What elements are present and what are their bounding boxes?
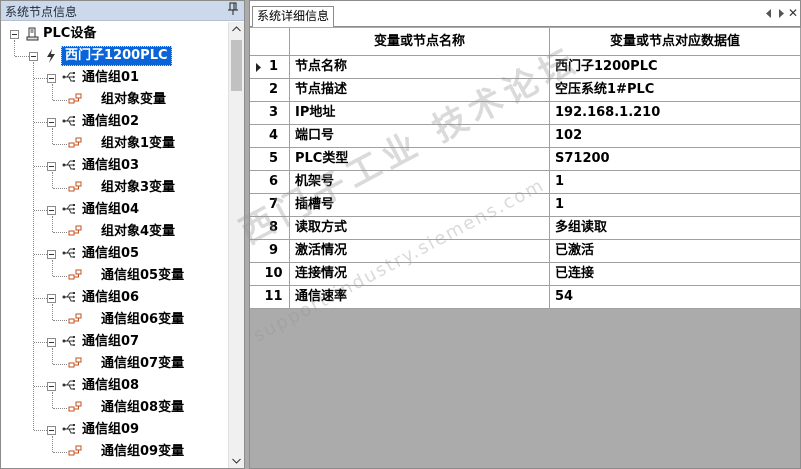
cell-variable-name[interactable]: 读取方式 <box>290 217 550 240</box>
cell-variable-name[interactable]: IP地址 <box>290 102 550 125</box>
cell-variable-name[interactable]: 端口号 <box>290 125 550 148</box>
tree-node-comm-group[interactable]: 通信组02 <box>1 112 228 132</box>
row-number: 5 <box>250 148 290 171</box>
cell-variable-value[interactable]: 西门子1200PLC <box>550 56 801 79</box>
tab-bar: 系统详细信息 ✕ <box>250 1 800 27</box>
tree-node-group-variable[interactable]: 通信组06变量 <box>1 310 228 330</box>
tree-node-group-variable-label: 通信组07变量 <box>101 356 185 371</box>
tree-scrollbar[interactable] <box>228 22 244 468</box>
cell-variable-value[interactable]: 192.168.1.210 <box>550 102 801 125</box>
row-number: 2 <box>250 79 290 102</box>
row-number: 8 <box>250 217 290 240</box>
tree-node-comm-group-label: 通信组03 <box>82 158 140 173</box>
tree-node-group-variable-label: 组对象变量 <box>101 92 167 107</box>
cell-variable-name[interactable]: 连接情况 <box>290 263 550 286</box>
tree-node-comm-group[interactable]: 通信组06 <box>1 288 228 308</box>
tree-node-comm-group-label: 通信组07 <box>82 334 140 349</box>
tree-node-plc-devices-label: PLC设备 <box>43 26 97 41</box>
tree-node-group-variable-label: 组对象4变量 <box>101 224 176 239</box>
tree-node-group-variable-label: 组对象1变量 <box>101 136 176 151</box>
tab-scroll-left-icon[interactable] <box>766 9 772 18</box>
cell-variable-name[interactable]: PLC类型 <box>290 148 550 171</box>
tree-node-comm-group[interactable]: 通信组08 <box>1 376 228 396</box>
cell-variable-value[interactable]: 102 <box>550 125 801 148</box>
current-row-arrow-icon <box>256 63 261 72</box>
scroll-down-icon[interactable] <box>232 458 241 464</box>
tree-node-group-variable[interactable]: 通信组09变量 <box>1 442 228 462</box>
tree-node-group-variable[interactable]: 组对象变量 <box>1 90 228 110</box>
tree-node-comm-group[interactable]: 通信组03 <box>1 156 228 176</box>
tree-node-group-variable[interactable]: 组对象3变量 <box>1 178 228 198</box>
tree-node-group-variable-label: 通信组08变量 <box>101 400 185 415</box>
tree-node-group-variable-label: 通信组09变量 <box>101 444 185 459</box>
tree-node-comm-group[interactable]: 通信组07 <box>1 332 228 352</box>
close-icon[interactable]: ✕ <box>788 6 798 20</box>
scroll-up-icon[interactable] <box>232 26 241 32</box>
cell-variable-value[interactable]: 已连接 <box>550 263 801 286</box>
cell-variable-name[interactable]: 节点描述 <box>290 79 550 102</box>
cell-variable-value[interactable]: 1 <box>550 171 801 194</box>
cell-variable-value[interactable]: S71200 <box>550 148 801 171</box>
row-number: 4 <box>250 125 290 148</box>
cell-variable-value[interactable]: 1 <box>550 194 801 217</box>
tree-node-comm-group-label: 通信组06 <box>82 290 140 305</box>
row-number: 7 <box>250 194 290 217</box>
tree-node-group-variable[interactable]: 组对象4变量 <box>1 222 228 242</box>
tree-node-plc-devices[interactable]: PLC设备 <box>1 24 228 44</box>
row-number: 9 <box>250 240 290 263</box>
cell-variable-value[interactable]: 空压系统1#PLC <box>550 79 801 102</box>
cell-variable-value[interactable]: 已激活 <box>550 240 801 263</box>
tree-node-group-variable[interactable]: 通信组07变量 <box>1 354 228 374</box>
tree-node-comm-group-label: 通信组09 <box>82 422 140 437</box>
column-header-value[interactable]: 变量或节点对应数据值 <box>550 28 801 56</box>
cell-variable-name[interactable]: 激活情况 <box>290 240 550 263</box>
tree-panel-title: 系统节点信息 <box>5 5 78 19</box>
tree-node-group-variable-label: 通信组05变量 <box>101 268 185 283</box>
cell-variable-name[interactable]: 通信速率 <box>290 286 550 309</box>
tree-node-comm-group[interactable]: 通信组04 <box>1 200 228 220</box>
row-number: 10 <box>250 263 290 286</box>
tab-system-details[interactable]: 系统详细信息 <box>252 6 335 27</box>
tree-node-group-variable-label: 通信组06变量 <box>101 312 185 327</box>
tree-node-group-variable[interactable]: 组对象1变量 <box>1 134 228 154</box>
scrollbar-thumb[interactable] <box>231 40 242 91</box>
row-header-corner <box>250 28 290 56</box>
row-number: 11 <box>250 286 290 309</box>
node-tree: PLC设备 西门子1200PLC 通信组01 组对象变量 通信组02 组对象1变量 通信组0… <box>1 22 228 468</box>
tree-node-siemens-1200plc-label: 西门子1200PLC <box>61 46 172 66</box>
cell-variable-value[interactable]: 多组读取 <box>550 217 801 240</box>
tree-node-comm-group-label: 通信组08 <box>82 378 140 393</box>
tree-node-siemens-1200plc[interactable]: 西门子1200PLC <box>1 46 228 66</box>
tree-node-comm-group[interactable]: 通信组09 <box>1 420 228 440</box>
node-tree-panel: 系统节点信息 PLC设备西门子1200PLC 通信组01 组对象变量通信组02 组对象… <box>0 0 245 469</box>
row-number: 3 <box>250 102 290 125</box>
tab-scroll-right-icon[interactable] <box>778 9 784 18</box>
tree-node-comm-group-label: 通信组04 <box>82 202 140 217</box>
column-header-name[interactable]: 变量或节点名称 <box>290 28 550 56</box>
tree-node-comm-group-label: 通信组02 <box>82 114 140 129</box>
cell-variable-value[interactable]: 54 <box>550 286 801 309</box>
tree-node-group-variable-label: 组对象3变量 <box>101 180 176 195</box>
cell-variable-name[interactable]: 机架号 <box>290 171 550 194</box>
tree-node-comm-group[interactable]: 通信组01 <box>1 68 228 88</box>
tree-node-comm-group-label: 通信组05 <box>82 246 140 261</box>
cell-variable-name[interactable]: 节点名称 <box>290 56 550 79</box>
row-number: 6 <box>250 171 290 194</box>
detail-panel: 系统详细信息 ✕ 变量或节点名称 变量或节点对应数据值 1 节点名称 西门子1200… <box>249 0 801 469</box>
tree-panel-title-bar: 系统节点信息 <box>1 1 244 21</box>
pin-icon[interactable] <box>227 2 239 16</box>
tree-node-comm-group[interactable]: 通信组05 <box>1 244 228 264</box>
tree-node-comm-group-label: 通信组01 <box>82 70 140 85</box>
tree-node-group-variable[interactable]: 通信组05变量 <box>1 266 228 286</box>
cell-variable-name[interactable]: 插槽号 <box>290 194 550 217</box>
tree-node-group-variable[interactable]: 通信组08变量 <box>1 398 228 418</box>
